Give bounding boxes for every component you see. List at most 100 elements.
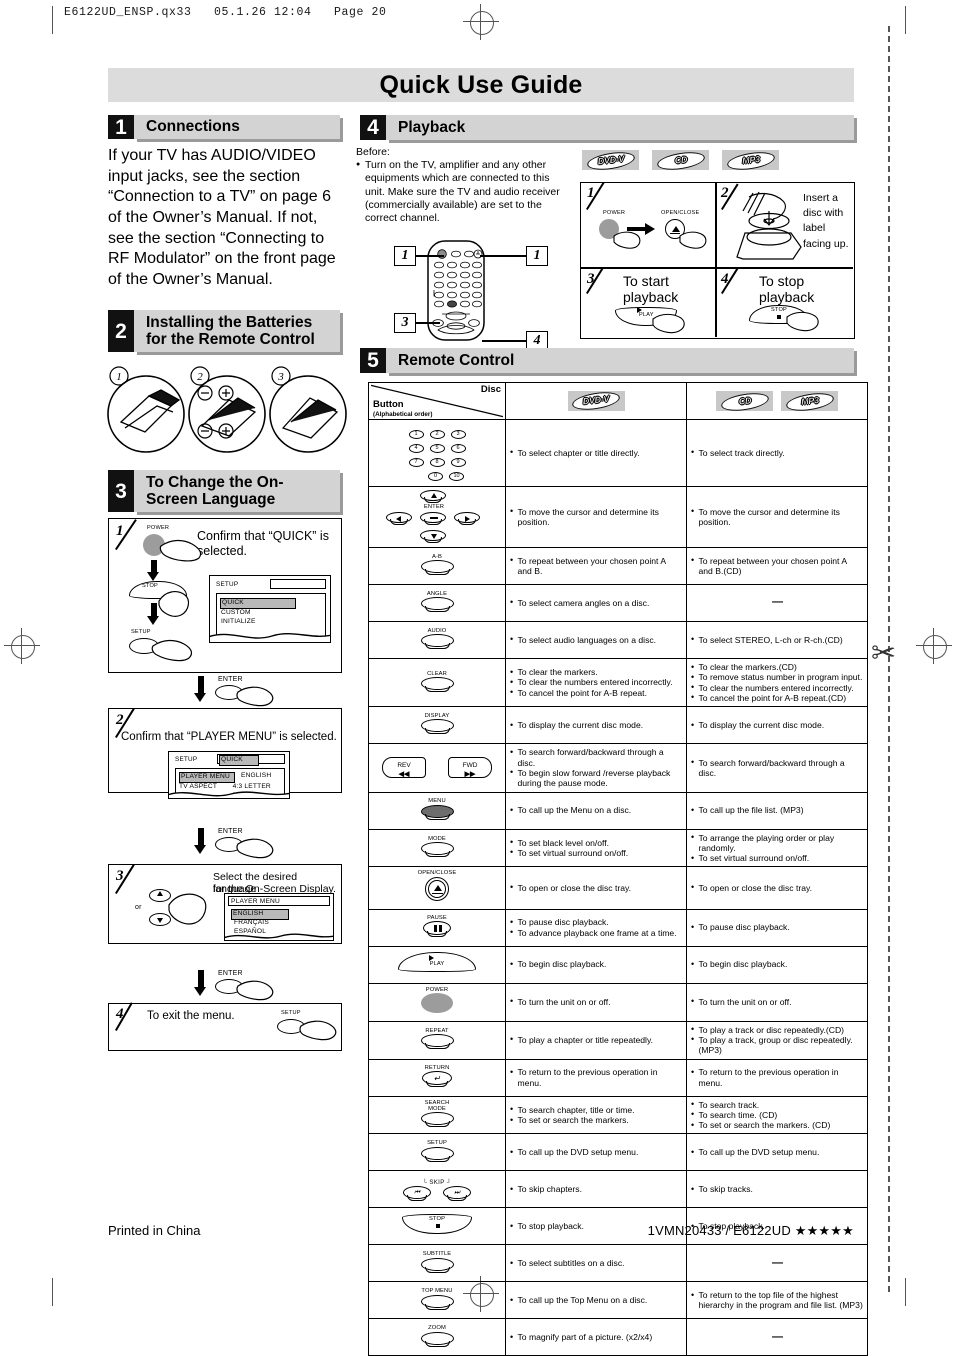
remote-key-cell-repeat: REPEAT bbox=[368, 1020, 506, 1060]
description-item: To repeat between your chosen point A an… bbox=[691, 555, 863, 577]
cd-mp3-description-display: To display the current disc mode. bbox=[686, 706, 868, 745]
cd-mp3-description-setup: To call up the DVD setup menu. bbox=[686, 1133, 868, 1172]
description-item: To search track. bbox=[691, 1099, 863, 1110]
table-row: ENTER To move the cursor and determine i… bbox=[368, 486, 868, 548]
table-header-button-col: Disc Button (Alphabetical order) bbox=[368, 382, 506, 420]
table-row: └ SKIP ┘ ⏮ ⏭ To skip chapters. To skip tr… bbox=[368, 1170, 868, 1209]
hand-pointer-icon-8 bbox=[299, 1020, 337, 1041]
description-item: To clear the numbers entered incorrectly… bbox=[691, 682, 863, 693]
description-item: To play a track or disc repeatedly.(CD) bbox=[691, 1024, 863, 1035]
table-row: MODETo set black level on/off.To set vir… bbox=[368, 828, 868, 868]
dvd-description-setup: To call up the DVD setup menu. bbox=[505, 1133, 687, 1172]
osd-lang-francais: FRANÇAIS bbox=[234, 919, 269, 926]
description-item: To call up the Top Menu on a disc. bbox=[510, 1295, 682, 1306]
description-item: To play a track, group or disc repeatedl… bbox=[691, 1034, 863, 1056]
dvd-description-play: To begin disc playback. bbox=[505, 945, 687, 984]
description-item: To repeat between your chosen point A an… bbox=[510, 555, 682, 577]
section-title-connections: Connections bbox=[146, 118, 240, 136]
file-header-text: E6122UD_ENSP.qx33 05.1.26 12:04 Page 20 bbox=[64, 6, 387, 19]
osd-item-custom: CUSTOM bbox=[221, 608, 251, 616]
remote-key-cell-display: DISPLAY bbox=[368, 706, 506, 745]
key-label-setup-1: SETUP bbox=[131, 629, 151, 635]
table-row: CLEARTo clear the markers.To clear the n… bbox=[368, 657, 868, 708]
section-header-language: 3 To Change the On- Screen Language bbox=[108, 470, 340, 512]
table-row: PAUSE To pause disc playback.To advance … bbox=[368, 908, 868, 947]
description-item: To search time. (CD) bbox=[691, 1109, 863, 1120]
page-title: Quick Use Guide bbox=[379, 70, 583, 99]
dvd-description-menu: To call up the Menu on a disc. bbox=[505, 791, 687, 830]
cd-mp3-description-power: To turn the unit on or off. bbox=[686, 982, 868, 1022]
osd-row-player-menu-label: PLAYER MENU bbox=[179, 772, 235, 783]
arrow-right-icon bbox=[627, 223, 655, 235]
description-item: To begin disc playback. bbox=[510, 959, 682, 970]
disc-badge-cd-header: CD bbox=[716, 389, 773, 414]
dvd-description-top-menu: To call up the Top Menu on a disc. bbox=[505, 1281, 687, 1320]
table-row: SETUP To call up the DVD setup menu. To ca… bbox=[368, 1133, 868, 1172]
manual-page: ✂ E6122UD_ENSP.qx33 05.1.26 12:04 Page 2… bbox=[0, 0, 954, 1356]
cd-mp3-description-pause: To pause disc playback. bbox=[686, 908, 868, 947]
language-step4-caption: To exit the menu. bbox=[147, 1010, 235, 1022]
playback-step3-caption-line1: To start bbox=[623, 273, 669, 289]
key-label-enter-2: ENTER bbox=[218, 828, 243, 835]
playback-step2-caption: Insert a disc with label facing up. bbox=[803, 192, 849, 250]
description-item: To clear the numbers entered incorrectly… bbox=[510, 677, 682, 688]
osd-step2-mode: QUICK bbox=[219, 755, 259, 766]
key-label-power-playback: POWER bbox=[603, 210, 626, 216]
remote-key-cell-numbers: 123 456 789 0 10 bbox=[368, 419, 506, 487]
crop-mark-tl-v bbox=[52, 6, 53, 34]
section-header-connections: 1 Connections bbox=[108, 115, 340, 139]
dvd-description-numbers: To select chapter or title directly. bbox=[505, 419, 687, 487]
description-item: To remove status number in program input… bbox=[691, 672, 863, 683]
remote-key-cell-rev-fwd: REV ◀◀ FWD ▶▶ bbox=[368, 743, 506, 793]
battery-step-1-number: 1 bbox=[116, 371, 122, 383]
description-item: To set black level on/off. bbox=[510, 837, 682, 848]
description-item: To select camera angles on a disc. bbox=[510, 597, 682, 608]
registration-mark-left bbox=[4, 628, 40, 664]
language-step3-number: 3 bbox=[116, 868, 124, 884]
hand-pointer-icon-12 bbox=[786, 311, 819, 332]
description-item: To set or search the markers. bbox=[510, 1114, 682, 1125]
key-label-power: POWER bbox=[147, 525, 170, 531]
hand-pointer-icon-11 bbox=[652, 313, 685, 334]
table-header-button-label: Button bbox=[373, 399, 404, 410]
cd-mp3-description-a-b: To repeat between your chosen point A an… bbox=[686, 547, 868, 585]
description-item: To move the cursor and determine its pos… bbox=[510, 506, 682, 528]
description-item: To cancel the point for A-B repeat.(CD) bbox=[691, 692, 863, 703]
cd-mp3-description-subtitle: — bbox=[686, 1244, 868, 1283]
key-label-stop-1: STOP bbox=[142, 583, 158, 589]
osd-item-initialize: INITIALIZE bbox=[221, 617, 256, 625]
hand-pointer-icon-5 bbox=[236, 838, 274, 859]
flow-arrow-2 bbox=[147, 603, 160, 625]
dvd-description-open-close: To open or close the disc tray. bbox=[505, 866, 687, 910]
playback-step3-number: 3 bbox=[587, 271, 595, 287]
disc-badge-mp3-header-label: MP3 bbox=[800, 394, 819, 407]
table-row: ANGLE To select camera angles on a disc. — bbox=[368, 584, 868, 622]
description-item: To begin disc playback. bbox=[691, 959, 863, 970]
cd-mp3-description-play: To begin disc playback. bbox=[686, 945, 868, 984]
playback-step3-caption-line2: playback bbox=[623, 289, 679, 305]
language-step4-box: 4 To exit the menu. SETUP bbox=[108, 1002, 342, 1051]
description-item: To return to the previous operation in m… bbox=[510, 1067, 682, 1088]
osd-step2-title: SETUP bbox=[175, 756, 198, 763]
empty-dash: — bbox=[772, 1330, 783, 1343]
section-title-batteries-line2: for the Remote Control bbox=[146, 331, 315, 348]
cd-mp3-description-cursor: To move the cursor and determine its pos… bbox=[686, 486, 868, 548]
osd-item-quick: QUICK bbox=[220, 598, 296, 609]
dvd-description-power: To turn the unit on or off. bbox=[505, 982, 687, 1022]
callout-line-4 bbox=[482, 340, 526, 342]
language-step1-box: 1 Confirm that “QUICK” is selected. POWE… bbox=[108, 518, 342, 673]
cd-mp3-description-mode: To arrange the playing order or play ran… bbox=[686, 828, 868, 868]
printed-in-china: Printed in China bbox=[108, 1223, 201, 1238]
key-label-stop-playback: STOP bbox=[771, 307, 787, 313]
scissors-icon: ✂ bbox=[871, 637, 897, 670]
remote-key-cell-setup: SETUP bbox=[368, 1133, 506, 1172]
dvd-description-display: To display the current disc mode. bbox=[505, 706, 687, 745]
osd-row-player-menu-value: ENGLISH bbox=[241, 772, 272, 779]
cd-mp3-description-repeat: To play a track or disc repeatedly.(CD)T… bbox=[686, 1020, 868, 1060]
dvd-description-repeat: To play a chapter or title repeatedly. bbox=[505, 1020, 687, 1060]
description-item: To select track directly. bbox=[691, 447, 863, 458]
osd-step3-title: PLAYER MENU bbox=[231, 897, 280, 905]
hand-pointer-icon-7 bbox=[236, 980, 274, 1001]
description-item: To return to the previous operation in m… bbox=[691, 1067, 863, 1088]
disc-badge-dvd-header: DVD-V bbox=[567, 389, 625, 413]
